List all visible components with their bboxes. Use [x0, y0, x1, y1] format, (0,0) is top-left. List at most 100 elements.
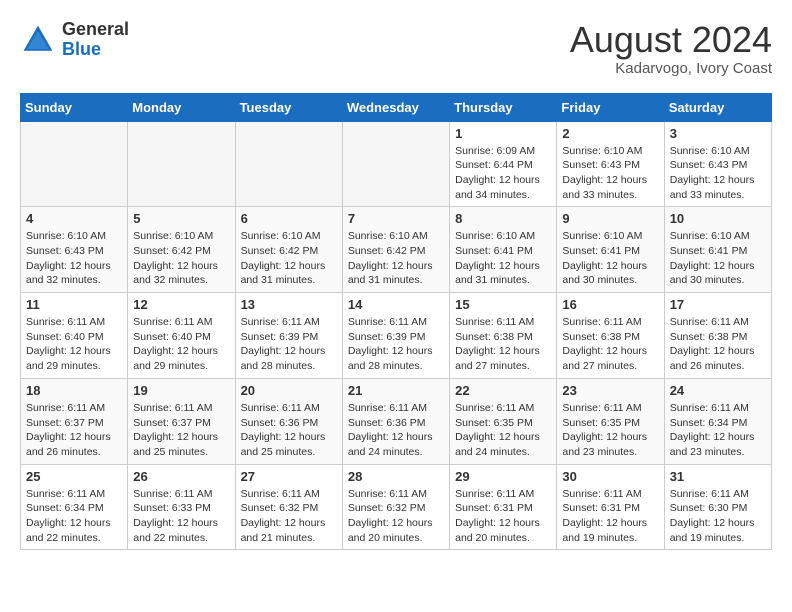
day-info: Sunrise: 6:11 AMSunset: 6:31 PMDaylight:…: [455, 487, 551, 546]
day-of-week-header: Monday: [128, 93, 235, 121]
day-number: 16: [562, 297, 658, 312]
day-info: Sunrise: 6:10 AMSunset: 6:41 PMDaylight:…: [670, 229, 766, 288]
day-info: Sunrise: 6:11 AMSunset: 6:32 PMDaylight:…: [348, 487, 444, 546]
logo-general: General: [62, 20, 129, 40]
day-info: Sunrise: 6:11 AMSunset: 6:33 PMDaylight:…: [133, 487, 229, 546]
day-info: Sunrise: 6:10 AMSunset: 6:43 PMDaylight:…: [562, 144, 658, 203]
page-header: General Blue August 2024 Kadarvogo, Ivor…: [20, 20, 772, 77]
calendar-cell: [342, 121, 449, 207]
day-of-week-header: Saturday: [664, 93, 771, 121]
day-number: 13: [241, 297, 337, 312]
logo: General Blue: [20, 20, 129, 60]
day-info: Sunrise: 6:11 AMSunset: 6:36 PMDaylight:…: [241, 401, 337, 460]
day-number: 9: [562, 211, 658, 226]
day-of-week-header: Thursday: [450, 93, 557, 121]
day-info: Sunrise: 6:11 AMSunset: 6:40 PMDaylight:…: [133, 315, 229, 374]
day-number: 12: [133, 297, 229, 312]
day-of-week-header: Tuesday: [235, 93, 342, 121]
logo-blue: Blue: [62, 40, 129, 60]
calendar-cell: 3 Sunrise: 6:10 AMSunset: 6:43 PMDaylight…: [664, 121, 771, 207]
day-number: 5: [133, 211, 229, 226]
calendar-cell: 17 Sunrise: 6:11 AMSunset: 6:38 PMDayligh…: [664, 293, 771, 379]
day-info: Sunrise: 6:09 AMSunset: 6:44 PMDaylight:…: [455, 144, 551, 203]
day-info: Sunrise: 6:11 AMSunset: 6:32 PMDaylight:…: [241, 487, 337, 546]
day-number: 26: [133, 469, 229, 484]
calendar-week-row: 18Sunrise: 6:11 AMSunset: 6:37 PMDayligh…: [21, 378, 772, 464]
day-of-week-header: Friday: [557, 93, 664, 121]
calendar-cell: 4Sunrise: 6:10 AMSunset: 6:43 PMDaylight…: [21, 207, 128, 293]
calendar-cell: 12 Sunrise: 6:11 AMSunset: 6:40 PMDayligh…: [128, 293, 235, 379]
logo-text: General Blue: [62, 20, 129, 60]
calendar-cell: 16 Sunrise: 6:11 AMSunset: 6:38 PMDayligh…: [557, 293, 664, 379]
calendar-cell: 31 Sunrise: 6:11 AMSunset: 6:30 PMDayligh…: [664, 464, 771, 550]
calendar-cell: 2 Sunrise: 6:10 AMSunset: 6:43 PMDaylight…: [557, 121, 664, 207]
day-info: Sunrise: 6:11 AMSunset: 6:38 PMDaylight:…: [562, 315, 658, 374]
calendar-cell: 22 Sunrise: 6:11 AMSunset: 6:35 PMDayligh…: [450, 378, 557, 464]
day-info: Sunrise: 6:10 AMSunset: 6:42 PMDaylight:…: [133, 229, 229, 288]
calendar-cell: 24 Sunrise: 6:11 AMSunset: 6:34 PMDayligh…: [664, 378, 771, 464]
calendar-cell: 27 Sunrise: 6:11 AMSunset: 6:32 PMDayligh…: [235, 464, 342, 550]
calendar-week-row: 4Sunrise: 6:10 AMSunset: 6:43 PMDaylight…: [21, 207, 772, 293]
day-number: 3: [670, 126, 766, 141]
day-info: Sunrise: 6:11 AMSunset: 6:35 PMDaylight:…: [455, 401, 551, 460]
title-block: August 2024 Kadarvogo, Ivory Coast: [570, 20, 772, 77]
day-info: Sunrise: 6:11 AMSunset: 6:37 PMDaylight:…: [133, 401, 229, 460]
day-number: 7: [348, 211, 444, 226]
day-info: Sunrise: 6:11 AMSunset: 6:38 PMDaylight:…: [670, 315, 766, 374]
header-row: SundayMondayTuesdayWednesdayThursdayFrid…: [21, 93, 772, 121]
calendar-cell: 11Sunrise: 6:11 AMSunset: 6:40 PMDayligh…: [21, 293, 128, 379]
calendar-week-row: 11Sunrise: 6:11 AMSunset: 6:40 PMDayligh…: [21, 293, 772, 379]
day-number: 20: [241, 383, 337, 398]
day-number: 17: [670, 297, 766, 312]
day-number: 19: [133, 383, 229, 398]
calendar-cell: 13 Sunrise: 6:11 AMSunset: 6:39 PMDayligh…: [235, 293, 342, 379]
day-number: 31: [670, 469, 766, 484]
calendar-cell: 30Sunrise: 6:11 AMSunset: 6:31 PMDayligh…: [557, 464, 664, 550]
calendar-table: SundayMondayTuesdayWednesdayThursdayFrid…: [20, 93, 772, 551]
calendar-cell: [128, 121, 235, 207]
day-info: Sunrise: 6:10 AMSunset: 6:41 PMDaylight:…: [455, 229, 551, 288]
calendar-cell: 29 Sunrise: 6:11 AMSunset: 6:31 PMDayligh…: [450, 464, 557, 550]
day-number: 24: [670, 383, 766, 398]
day-number: 23: [562, 383, 658, 398]
calendar-week-row: 25Sunrise: 6:11 AMSunset: 6:34 PMDayligh…: [21, 464, 772, 550]
calendar-cell: 23Sunrise: 6:11 AMSunset: 6:35 PMDayligh…: [557, 378, 664, 464]
day-number: 29: [455, 469, 551, 484]
day-info: Sunrise: 6:11 AMSunset: 6:34 PMDaylight:…: [670, 401, 766, 460]
day-number: 10: [670, 211, 766, 226]
calendar-cell: 5 Sunrise: 6:10 AMSunset: 6:42 PMDaylight…: [128, 207, 235, 293]
calendar-cell: 20 Sunrise: 6:11 AMSunset: 6:36 PMDayligh…: [235, 378, 342, 464]
calendar-cell: 14 Sunrise: 6:11 AMSunset: 6:39 PMDayligh…: [342, 293, 449, 379]
calendar-cell: 8 Sunrise: 6:10 AMSunset: 6:41 PMDaylight…: [450, 207, 557, 293]
calendar-cell: 26 Sunrise: 6:11 AMSunset: 6:33 PMDayligh…: [128, 464, 235, 550]
calendar-cell: 1Sunrise: 6:09 AMSunset: 6:44 PMDaylight…: [450, 121, 557, 207]
day-info: Sunrise: 6:11 AMSunset: 6:30 PMDaylight:…: [670, 487, 766, 546]
day-info: Sunrise: 6:11 AMSunset: 6:34 PMDaylight:…: [26, 487, 122, 546]
calendar-cell: 25Sunrise: 6:11 AMSunset: 6:34 PMDayligh…: [21, 464, 128, 550]
calendar-cell: 15Sunrise: 6:11 AMSunset: 6:38 PMDayligh…: [450, 293, 557, 379]
calendar-header: SundayMondayTuesdayWednesdayThursdayFrid…: [21, 93, 772, 121]
day-number: 21: [348, 383, 444, 398]
day-number: 8: [455, 211, 551, 226]
day-number: 27: [241, 469, 337, 484]
calendar-cell: 6 Sunrise: 6:10 AMSunset: 6:42 PMDaylight…: [235, 207, 342, 293]
day-info: Sunrise: 6:10 AMSunset: 6:42 PMDaylight:…: [241, 229, 337, 288]
day-info: Sunrise: 6:11 AMSunset: 6:37 PMDaylight:…: [26, 401, 122, 460]
day-info: Sunrise: 6:11 AMSunset: 6:39 PMDaylight:…: [241, 315, 337, 374]
calendar-cell: 18Sunrise: 6:11 AMSunset: 6:37 PMDayligh…: [21, 378, 128, 464]
day-of-week-header: Sunday: [21, 93, 128, 121]
day-info: Sunrise: 6:11 AMSunset: 6:36 PMDaylight:…: [348, 401, 444, 460]
day-number: 14: [348, 297, 444, 312]
day-info: Sunrise: 6:10 AMSunset: 6:43 PMDaylight:…: [670, 144, 766, 203]
day-info: Sunrise: 6:11 AMSunset: 6:38 PMDaylight:…: [455, 315, 551, 374]
day-number: 4: [26, 211, 122, 226]
calendar-body: 1Sunrise: 6:09 AMSunset: 6:44 PMDaylight…: [21, 121, 772, 550]
day-of-week-header: Wednesday: [342, 93, 449, 121]
day-number: 2: [562, 126, 658, 141]
day-info: Sunrise: 6:11 AMSunset: 6:39 PMDaylight:…: [348, 315, 444, 374]
location: Kadarvogo, Ivory Coast: [570, 60, 772, 77]
calendar-cell: [235, 121, 342, 207]
day-number: 22: [455, 383, 551, 398]
day-info: Sunrise: 6:10 AMSunset: 6:41 PMDaylight:…: [562, 229, 658, 288]
day-number: 6: [241, 211, 337, 226]
